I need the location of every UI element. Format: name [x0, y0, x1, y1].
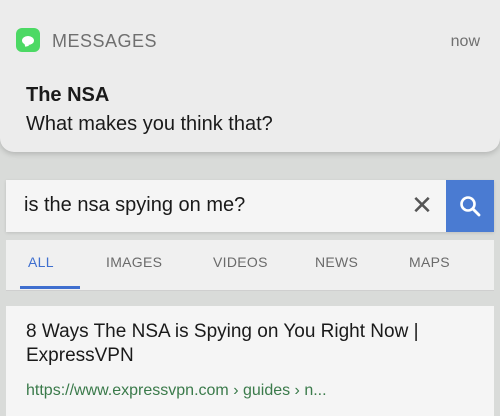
tab-news[interactable]: NEWS — [315, 254, 358, 270]
search-icon — [460, 196, 481, 217]
messages-icon — [16, 28, 40, 52]
tab-videos[interactable]: VIDEOS — [213, 254, 268, 270]
result-url[interactable]: https://www.expressvpn.com › guides › n.… — [26, 382, 327, 400]
clear-icon[interactable]: ✕ — [408, 191, 436, 219]
search-input[interactable]: is the nsa spying on me? — [24, 194, 245, 217]
notification-app-name: MESSAGES — [52, 31, 158, 51]
search-bar: is the nsa spying on me? ✕ — [6, 180, 494, 232]
tab-images[interactable]: IMAGES — [106, 254, 162, 270]
search-tabs: ALL IMAGES VIDEOS NEWS MAPS — [6, 240, 494, 291]
active-tab-indicator — [20, 286, 80, 289]
notification-time: now — [450, 33, 480, 50]
tab-all[interactable]: ALL — [28, 254, 54, 270]
notification-sender: The NSA — [26, 84, 110, 106]
notification-message: What makes you think that? — [26, 113, 273, 135]
search-button[interactable] — [446, 180, 494, 232]
result-title-link[interactable]: 8 Ways The NSA is Spying on You Right No… — [26, 320, 482, 368]
message-notification[interactable]: MESSAGES now The NSA What makes you thin… — [0, 0, 500, 152]
tab-maps[interactable]: MAPS — [409, 254, 450, 270]
